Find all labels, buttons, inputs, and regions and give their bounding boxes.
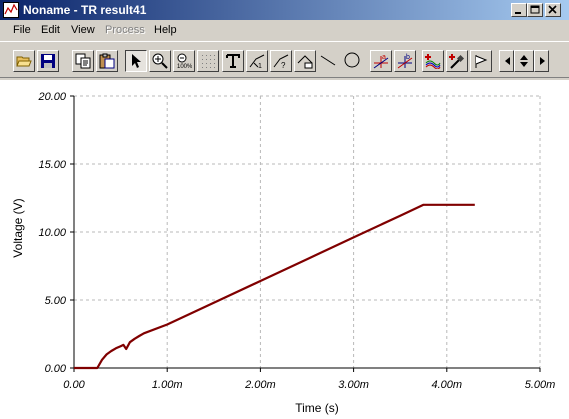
- flag-icon: [475, 55, 488, 68]
- save-button[interactable]: [37, 50, 59, 72]
- paste-button[interactable]: [96, 50, 118, 72]
- pointer-tool-button[interactable]: [125, 50, 147, 72]
- ellipse-tool-button[interactable]: [342, 50, 364, 72]
- text-tool-button[interactable]: [222, 50, 244, 72]
- y-tick-labels: 0.00 5.00 10.00 15.00 20.00: [37, 91, 66, 375]
- toolbar: 100% 1 ? a b: [0, 41, 569, 78]
- scroll-updown-icon: [520, 55, 528, 67]
- x-tick-label: 3.00m: [338, 379, 369, 391]
- chart-axes: [70, 95, 541, 372]
- voltage-time-chart: 0.00 5.00 10.00 15.00 20.00 0.00 1.00m 2.00m 3.…: [11, 91, 555, 415]
- marker-b-icon: b: [397, 54, 413, 69]
- save-icon: [41, 54, 55, 68]
- scroll-right-button[interactable]: [534, 50, 549, 72]
- menu-process[interactable]: Process: [105, 24, 145, 36]
- cursor-b-icon: ?: [273, 54, 289, 69]
- scroll-right-icon: [540, 57, 545, 65]
- menu-file[interactable]: File: [13, 24, 31, 36]
- zoom-100-icon: 100%: [177, 53, 192, 69]
- zoom-in-button[interactable]: [149, 50, 171, 72]
- x-tick-labels: 0.00 1.00m 2.00m 3.00m 4.00m 5.00m: [63, 379, 555, 391]
- menu-view[interactable]: View: [71, 24, 95, 36]
- add-curve-icon: [425, 54, 441, 69]
- probe-icon: [449, 54, 465, 69]
- x-tick-label: 2.00m: [244, 379, 276, 391]
- pointer-icon: [132, 54, 141, 68]
- window-title: Noname - TR result41: [23, 3, 147, 17]
- chart-grid: [74, 95, 541, 368]
- x-tick-label: 1.00m: [152, 379, 183, 391]
- y-tick-label: 0.00: [45, 363, 67, 375]
- scroll-updown-button[interactable]: [514, 50, 534, 72]
- cursor-a-button[interactable]: 1: [246, 50, 268, 72]
- zoom-100-button[interactable]: 100%: [173, 50, 195, 72]
- y-tick-label: 15.00: [38, 159, 66, 171]
- marker-a-button[interactable]: a: [370, 50, 392, 72]
- zoom-in-icon: [152, 53, 168, 69]
- close-button[interactable]: [545, 3, 561, 17]
- chart-series: [74, 203, 475, 370]
- svg-text:a: a: [382, 54, 386, 61]
- svg-text:100%: 100%: [177, 64, 192, 69]
- menu-help[interactable]: Help: [154, 24, 177, 36]
- minimize-icon: [515, 12, 521, 14]
- minimize-button[interactable]: [511, 3, 527, 17]
- series-line: [74, 203, 475, 370]
- app-icon: [3, 2, 19, 18]
- line-tool-button[interactable]: [318, 50, 340, 72]
- open-button[interactable]: [13, 50, 35, 72]
- title-bar: Noname - TR result41: [0, 0, 569, 20]
- paste-icon: [99, 53, 115, 69]
- marker-b-button[interactable]: b: [394, 50, 416, 72]
- cursor-b-button[interactable]: ?: [270, 50, 292, 72]
- probe-button[interactable]: [446, 50, 468, 72]
- flag-button[interactable]: [470, 50, 492, 72]
- x-tick-label: 4.00m: [432, 379, 463, 391]
- copy-button[interactable]: [72, 50, 94, 72]
- x-axis-label: Time (s): [295, 401, 339, 415]
- auto-label-button[interactable]: [294, 50, 316, 72]
- scroll-left-button[interactable]: [499, 50, 514, 72]
- svg-text:b: b: [406, 54, 410, 61]
- cursor-a-icon: 1: [249, 54, 265, 69]
- auto-label-icon: [297, 55, 313, 69]
- grid-icon: [202, 55, 215, 68]
- marker-a-icon: a: [373, 54, 389, 69]
- y-tick-label: 10.00: [38, 227, 66, 239]
- y-axis-label: Voltage (V): [11, 198, 25, 257]
- y-tick-label: 5.00: [45, 295, 67, 307]
- close-icon: [548, 5, 557, 14]
- menu-bar: File Edit View Process Help: [0, 21, 569, 39]
- svg-text:1: 1: [258, 63, 262, 69]
- y-tick-label: 20.00: [37, 91, 66, 103]
- line-icon: [320, 55, 336, 66]
- copy-icon: [75, 53, 91, 69]
- maximize-button[interactable]: [527, 3, 543, 17]
- text-icon: [226, 54, 240, 68]
- add-curve-button[interactable]: [422, 50, 444, 72]
- x-tick-label: 5.00m: [525, 379, 556, 391]
- menu-edit[interactable]: Edit: [41, 24, 60, 36]
- grid-button[interactable]: [197, 50, 219, 72]
- chart-area[interactable]: 0.00 5.00 10.00 15.00 20.00 0.00 1.00m 2.00m 3.…: [0, 80, 569, 419]
- ellipse-icon: [344, 52, 360, 68]
- x-tick-label: 0.00: [63, 379, 85, 391]
- maximize-icon: [530, 5, 540, 14]
- open-icon: [16, 56, 32, 67]
- svg-text:?: ?: [281, 61, 286, 69]
